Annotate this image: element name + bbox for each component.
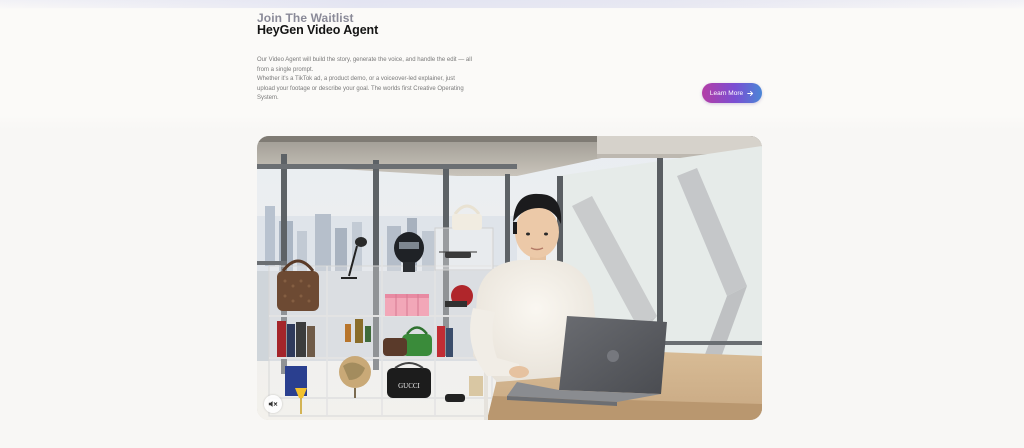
page-title: HeyGen Video Agent: [257, 23, 379, 37]
video-frame: GUCCI: [257, 136, 762, 420]
description-paragraph-1: Our Video Agent will build the story, ge…: [257, 57, 472, 73]
page: Join The Waitlist HeyGen Video Agent Our…: [0, 0, 1024, 448]
top-gradient-strip: [0, 0, 1024, 8]
speaker-muted-icon: [268, 401, 278, 407]
gucci-bag-text: GUCCI: [398, 382, 420, 390]
description-paragraph-2: Whether it's a TikTok ad, a product demo…: [257, 76, 464, 101]
video-player[interactable]: GUCCI: [257, 136, 762, 420]
learn-more-label: Learn More: [709, 89, 744, 97]
arrow-right-icon: [747, 90, 754, 96]
learn-more-button[interactable]: Learn More: [702, 83, 762, 103]
hero-description: Our Video Agent will build the story, ge…: [257, 56, 472, 104]
mute-button[interactable]: [264, 395, 282, 413]
